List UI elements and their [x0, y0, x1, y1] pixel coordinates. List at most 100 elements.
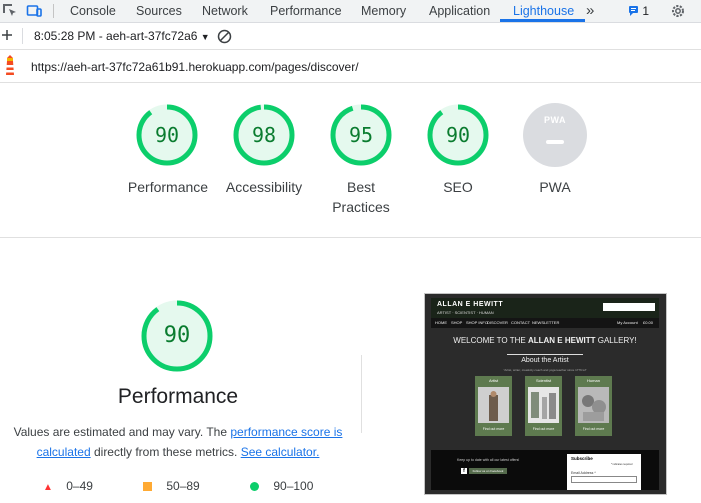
plus-icon[interactable] [1, 29, 13, 41]
preview-site-sub: ARTIST · SCIENTIST · HUMAN [437, 310, 494, 315]
circle-icon [250, 482, 259, 491]
legend-average-label: 50–89 [166, 479, 200, 493]
tab-console[interactable]: Console [70, 0, 116, 22]
metrics-note: Values are estimated and may vary. The p… [8, 422, 348, 462]
tab-memory[interactable]: Memory [361, 0, 406, 22]
preview-card-title: Scientist [535, 378, 552, 383]
square-icon [143, 482, 152, 491]
preview-nav-item: SHOP [451, 320, 463, 325]
note-mid: directly from these metrics. [90, 445, 241, 459]
devtools-tab-bar: Console Sources Network Performance Memo… [0, 0, 701, 23]
tab-network[interactable]: Network [202, 0, 248, 22]
gauge-best-practices[interactable]: 95 [329, 103, 393, 167]
device-toolbar-icon[interactable] [26, 3, 42, 19]
performance-score-gauge: 90 [140, 299, 214, 373]
gauge-label-best-practices: Best Practices [332, 179, 390, 215]
gauge-score: 95 [348, 123, 374, 147]
tab-application[interactable]: Application [429, 0, 490, 22]
legend-fail: ▲ 0–49 [43, 479, 93, 493]
preview-card-image [528, 387, 559, 423]
preview-footer-text: Keep up to date with all our latest offe… [457, 458, 520, 462]
legend-pass-label: 90–100 [273, 479, 314, 493]
preview-tagline: "Artist, writer, creativity coach and yo… [503, 368, 587, 372]
preview-card: Human Find out more [575, 376, 612, 436]
report-selector[interactable]: 8:05:28 PM - aeh-art-37fc72a6 ▼ [34, 29, 210, 43]
preview-card-image [578, 387, 609, 423]
legend-pass: 90–100 [250, 479, 313, 493]
tab-performance[interactable]: Performance [270, 0, 342, 22]
gauge-performance[interactable]: 90 [135, 103, 199, 167]
gauge-label-accessibility: Accessibility [225, 179, 303, 195]
preview-nav-item: HOME [435, 320, 447, 325]
active-tab-indicator [500, 19, 585, 22]
preview-card-button: Find out more [482, 427, 505, 431]
preview-site-name: ALLAN E HEWITT [437, 301, 504, 308]
preview-card-button: Find out more [532, 427, 555, 431]
gauge-score: 98 [251, 123, 277, 147]
preview-welcome-suffix: GALLERY! [595, 336, 637, 345]
preview-footer: Keep up to date with all our latest offe… [431, 450, 659, 490]
preview-email-field [571, 476, 637, 483]
preview-email-label: Email Address * [571, 471, 596, 475]
gauge-score: 90 [445, 123, 471, 147]
more-tabs-icon[interactable]: » [586, 0, 594, 22]
lighthouse-logo-icon [6, 55, 14, 75]
preview-card-button: Find out more [582, 427, 605, 431]
preview-card-image [478, 387, 509, 423]
preview-card-title: Artist [488, 378, 499, 383]
preview-nav: HOME SHOP SHOP INFO DISCOVER CONTACT NEW… [431, 318, 659, 328]
tab-sources[interactable]: Sources [136, 0, 182, 22]
legend-average: 50–89 [143, 479, 200, 493]
performance-score: 90 [163, 323, 191, 348]
clear-icon[interactable] [217, 29, 232, 44]
section-divider [0, 237, 701, 238]
gauge-label-pwa: PWA [539, 179, 571, 195]
dropdown-arrow-icon: ▼ [200, 32, 210, 42]
gauge-label-performance: Performance [127, 179, 209, 195]
preview-basket: £0.00 [643, 320, 654, 325]
preview-nav-item: DISCOVER [487, 320, 508, 325]
note-prefix: Values are estimated and may vary. The [13, 425, 231, 439]
preview-site-header: ALLAN E HEWITT ARTIST · SCIENTIST · HUMA… [431, 298, 659, 318]
calculator-link[interactable]: See calculator. [241, 445, 320, 459]
preview-search-input [603, 303, 655, 311]
preview-subscribe-title: Subscribe [571, 456, 593, 461]
report-url-bar: https://aeh-art-37fc72a61b91.herokuapp.c… [0, 50, 701, 83]
issues-count: 1 [642, 4, 650, 18]
legend-fail-label: 0–49 [66, 479, 93, 493]
message-icon [629, 6, 638, 16]
preview-account: My Account [617, 320, 638, 325]
preview-nav-item: CONTACT [511, 320, 531, 325]
report-url[interactable]: https://aeh-art-37fc72a61b91.herokuapp.c… [31, 60, 359, 74]
pwa-badge-icon [523, 103, 587, 167]
preview-welcome: WELCOME TO THE ALLAN E HEWITT GALLERY! [431, 336, 659, 345]
inspect-element-icon[interactable] [2, 3, 18, 19]
preview-subscribe-box: Subscribe * indicates required Email Add… [567, 454, 641, 490]
preview-facebook-button: Follow us on Facebook [469, 468, 507, 474]
preview-welcome-prefix: WELCOME TO THE [453, 336, 528, 345]
lighthouse-toolbar: 8:05:28 PM - aeh-art-37fc72a6 ▼ [0, 23, 701, 50]
triangle-icon: ▲ [43, 482, 53, 493]
issues-badge[interactable]: 1 [628, 4, 649, 18]
settings-gear-icon[interactable] [670, 3, 686, 19]
gauge-label-seo: SEO [443, 179, 473, 195]
performance-heading: Performance [117, 385, 239, 408]
report-selector-label: 8:05:28 PM - aeh-art-37fc72a6 [34, 29, 198, 43]
pwa-badge-text: PWA [543, 115, 566, 125]
gauge-score: 90 [154, 123, 180, 147]
preview-welcome-name: ALLAN E HEWITT [527, 336, 596, 345]
vertical-divider [361, 355, 362, 433]
final-screenshot-thumbnail[interactable]: ALLAN E HEWITT ARTIST · SCIENTIST · HUMA… [424, 293, 667, 495]
preview-subscribe-required: * indicates required [611, 463, 633, 466]
preview-divider [507, 354, 583, 355]
preview-about: About the Artist [521, 357, 569, 364]
preview-card-title: Human [587, 378, 600, 383]
preview-card: Artist Find out more [475, 376, 512, 436]
preview-nav-item: SHOP INFO [466, 320, 488, 325]
preview-card: Scientist Find out more [525, 376, 562, 436]
preview-nav-item: NEWSLETTER [532, 320, 560, 325]
gauge-seo[interactable]: 90 [426, 103, 490, 167]
gauge-pwa[interactable]: PWA [523, 103, 587, 167]
facebook-icon: f [461, 468, 467, 474]
gauge-accessibility[interactable]: 98 [232, 103, 296, 167]
